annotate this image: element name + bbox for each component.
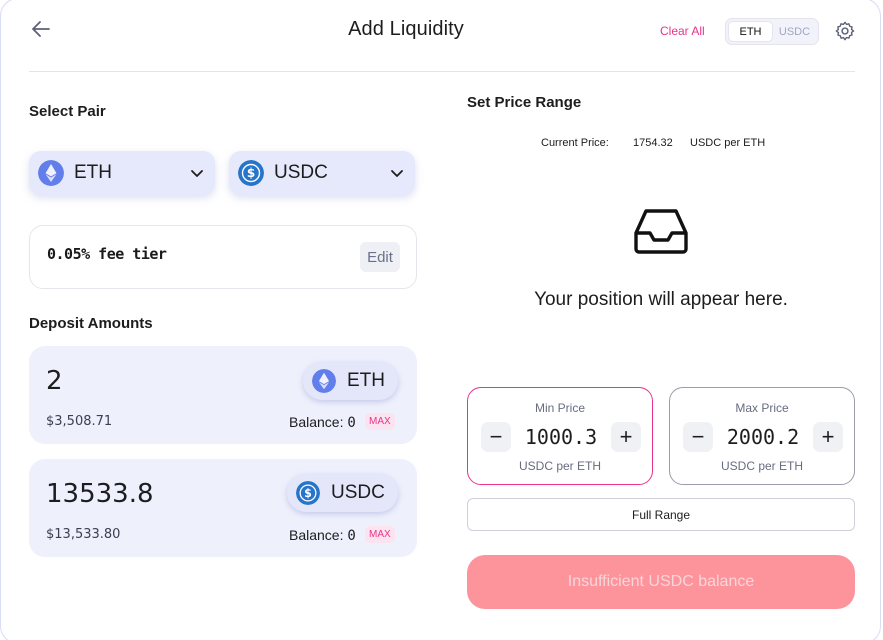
fee-tier-box: 0.05% fee tier Edit xyxy=(29,225,417,289)
deposit-eth-card: 2 $3,508.71 ETH Balance: 0 MAX xyxy=(29,346,417,444)
page-title: Add Liquidity xyxy=(348,18,464,40)
min-price-input[interactable]: 1000.3 xyxy=(508,425,614,449)
current-price-unit: USDC per ETH xyxy=(690,137,766,149)
usdc-icon: $ xyxy=(296,481,320,505)
usdc-icon: $ xyxy=(238,160,264,186)
deposit-usdc-max-button[interactable]: MAX xyxy=(365,526,395,543)
back-arrow-icon[interactable] xyxy=(30,18,52,40)
add-liquidity-panel: Add Liquidity Clear All ETH USDC Select … xyxy=(0,0,881,640)
clear-all-button[interactable]: Clear All xyxy=(660,24,705,38)
balance-label: Balance: xyxy=(289,527,344,543)
set-price-range-heading: Set Price Range xyxy=(467,94,582,111)
deposit-eth-balance: Balance: 0 xyxy=(289,414,356,431)
full-range-button[interactable]: Full Range xyxy=(467,498,855,531)
deposit-usdc-usd-value: $13,533.80 xyxy=(46,527,121,542)
token-b-label: USDC xyxy=(274,162,328,183)
deposit-usdc-token-badge: $ USDC xyxy=(287,474,398,512)
deposit-eth-token-badge: ETH xyxy=(303,362,398,400)
toggle-usdc[interactable]: USDC xyxy=(773,21,816,42)
submit-button[interactable]: Insufficient USDC balance xyxy=(467,555,855,609)
gear-icon[interactable] xyxy=(834,20,856,42)
deposit-usdc-card: 13533.8 $13,533.80 $ USDC Balance: 0 MAX xyxy=(29,459,417,557)
svg-text:$: $ xyxy=(247,166,255,180)
fee-tier-label: 0.05% fee tier xyxy=(47,245,167,263)
min-price-unit: USDC per ETH xyxy=(518,459,601,473)
chevron-down-icon xyxy=(391,170,403,177)
position-empty-text: Your position will appear here. xyxy=(534,289,788,310)
max-price-box: Max Price − 2000.2 + USDC per ETH xyxy=(669,387,855,485)
header-divider xyxy=(29,71,855,72)
max-price-unit: USDC per ETH xyxy=(720,459,803,473)
eth-icon xyxy=(38,160,64,186)
balance-label: Balance: xyxy=(289,414,344,430)
deposit-usdc-balance: Balance: 0 xyxy=(289,527,356,544)
inbox-icon xyxy=(634,209,688,254)
denomination-toggle: ETH USDC xyxy=(725,18,819,45)
token-b-select[interactable]: $ USDC xyxy=(229,151,415,195)
deposit-usdc-token-label: USDC xyxy=(331,482,385,503)
min-price-increment-button[interactable]: + xyxy=(611,422,641,452)
balance-value: 0 xyxy=(347,528,356,544)
svg-text:$: $ xyxy=(304,487,312,500)
max-price-label: Max Price xyxy=(735,401,789,415)
eth-icon xyxy=(312,369,336,393)
deposit-eth-token-label: ETH xyxy=(347,370,385,391)
max-price-increment-button[interactable]: + xyxy=(813,422,843,452)
max-price-input[interactable]: 2000.2 xyxy=(710,425,816,449)
min-price-label: Min Price xyxy=(534,401,585,415)
max-price-decrement-button[interactable]: − xyxy=(683,422,713,452)
deposit-eth-max-button[interactable]: MAX xyxy=(365,413,395,430)
deposit-eth-usd-value: $3,508.71 xyxy=(46,414,113,429)
deposit-amounts-heading: Deposit Amounts xyxy=(29,315,153,332)
min-price-decrement-button[interactable]: − xyxy=(481,422,511,452)
deposit-eth-amount-input[interactable]: 2 xyxy=(46,366,63,396)
deposit-usdc-amount-input[interactable]: 13533.8 xyxy=(46,479,154,509)
current-price-label: Current Price: xyxy=(541,137,609,149)
fee-edit-button[interactable]: Edit xyxy=(360,242,400,272)
current-price-value: 1754.32 xyxy=(633,137,673,149)
balance-value: 0 xyxy=(347,415,356,431)
min-price-box: Min Price − 1000.3 + USDC per ETH xyxy=(467,387,653,485)
token-a-select[interactable]: ETH xyxy=(29,151,215,195)
select-pair-heading: Select Pair xyxy=(29,103,106,120)
chevron-down-icon xyxy=(191,170,203,177)
toggle-eth[interactable]: ETH xyxy=(728,21,773,42)
token-a-label: ETH xyxy=(74,162,112,183)
